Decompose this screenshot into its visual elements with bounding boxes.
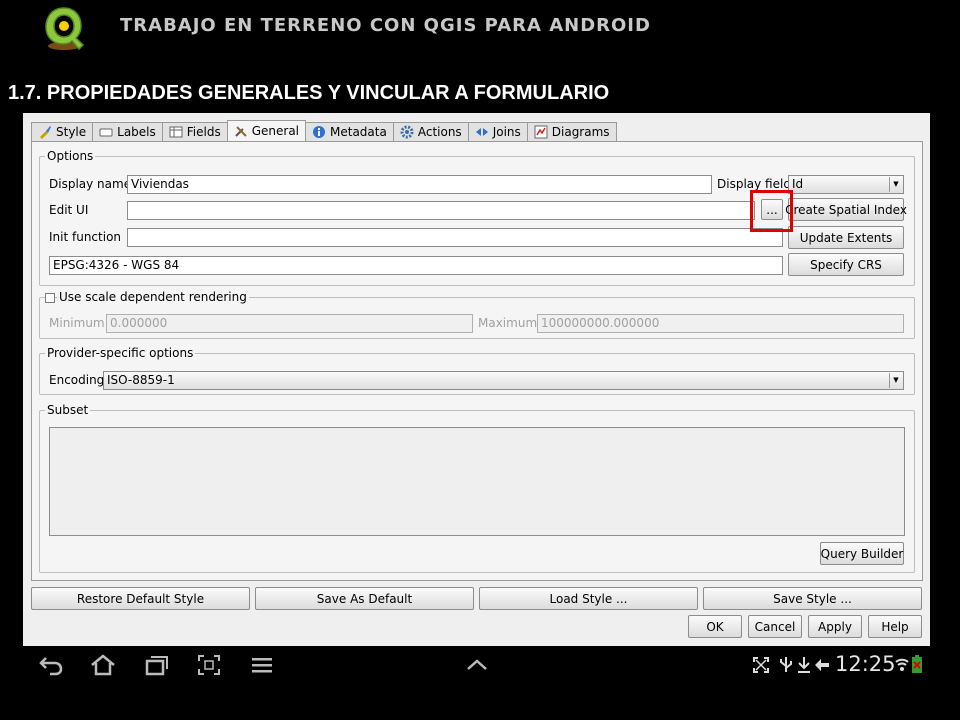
tab-actions[interactable]: Actions	[392, 122, 469, 141]
crs-input[interactable]: EPSG:4326 - WGS 84	[49, 256, 783, 275]
maximum-scale-label: Maximum	[478, 316, 538, 330]
download-icon	[796, 656, 812, 677]
tab-joins[interactable]: Joins	[467, 122, 528, 141]
encoding-label: Encoding	[49, 373, 105, 387]
tab-labels[interactable]: Labels	[92, 122, 163, 141]
scale-rendering-title: Use scale dependent rendering	[57, 288, 249, 306]
brush-icon	[38, 125, 52, 139]
display-field-value: Id	[792, 177, 804, 191]
android-nav-bar	[0, 646, 960, 684]
tab-labels-label: Labels	[117, 125, 156, 139]
layer-properties-dialog: Style Labels Fields General Metadata Act…	[23, 113, 930, 646]
tools-icon	[234, 124, 248, 138]
back-icon[interactable]	[38, 654, 64, 679]
menu-icon[interactable]	[250, 654, 274, 679]
tab-style[interactable]: Style	[31, 122, 94, 141]
tab-general[interactable]: General	[226, 120, 307, 141]
label-icon	[99, 125, 113, 139]
tab-diagrams-label: Diagrams	[551, 125, 610, 139]
subset-group-title: Subset	[45, 403, 91, 417]
tab-joins-label: Joins	[492, 125, 521, 139]
tab-actions-label: Actions	[417, 125, 462, 139]
recent-apps-icon[interactable]	[144, 654, 170, 679]
maximum-scale-input[interactable]: 100000000.000000	[537, 314, 904, 333]
load-style-button[interactable]: Load Style ...	[479, 587, 698, 610]
tab-fields[interactable]: Fields	[161, 122, 228, 141]
qgis-logo-icon	[42, 4, 86, 52]
gear-icon	[400, 125, 414, 139]
subset-textarea[interactable]	[49, 427, 905, 536]
encoding-value: ISO-8859-1	[107, 373, 175, 387]
options-group-title: Options	[45, 149, 96, 163]
update-extents-button[interactable]: Update Extents	[788, 226, 904, 249]
create-spatial-index-button[interactable]: Create Spatial Index	[785, 198, 907, 221]
tab-general-label: General	[251, 124, 300, 138]
join-icon	[475, 125, 489, 139]
save-style-button[interactable]: Save Style ...	[703, 587, 922, 610]
screenshot-icon[interactable]	[197, 654, 221, 679]
display-field-combo[interactable]: Id ▼	[788, 175, 904, 194]
tab-diagrams[interactable]: Diagrams	[526, 122, 617, 141]
edit-ui-input[interactable]	[127, 201, 755, 220]
minimum-scale-input[interactable]: 0.000000	[106, 314, 473, 333]
ok-button[interactable]: OK	[688, 615, 742, 638]
slide-header: TRABAJO EN TERRENO CON QGIS PARA ANDROID	[120, 15, 651, 36]
encoding-combo[interactable]: ISO-8859-1 ▼	[103, 371, 904, 390]
status-clock: 12:25	[835, 652, 896, 676]
display-name-label: Display name	[49, 177, 132, 191]
wifi-icon	[895, 656, 909, 677]
usb-icon	[778, 656, 794, 677]
info-icon	[312, 125, 326, 139]
tab-fields-label: Fields	[186, 125, 221, 139]
tab-metadata[interactable]: Metadata	[305, 122, 394, 141]
battery-icon	[911, 654, 923, 677]
tab-bar: Style Labels Fields General Metadata Act…	[31, 120, 617, 141]
help-button[interactable]: Help	[868, 615, 922, 638]
chevron-down-icon: ▼	[889, 177, 902, 192]
notification-icon	[813, 656, 831, 677]
highlight-box	[750, 190, 793, 232]
cancel-button[interactable]: Cancel	[748, 615, 802, 638]
display-name-input[interactable]: Viviendas	[127, 175, 712, 194]
init-function-label: Init function	[49, 230, 122, 244]
save-as-default-button[interactable]: Save As Default	[255, 587, 474, 610]
minimum-scale-label: Minimum	[49, 316, 105, 330]
table-icon	[169, 125, 183, 139]
scale-rendering-checkbox[interactable]	[45, 293, 55, 303]
query-builder-button[interactable]: Query Builder	[820, 542, 904, 565]
tab-metadata-label: Metadata	[330, 125, 387, 139]
chevron-up-icon[interactable]	[465, 654, 489, 679]
diagram-icon	[534, 125, 548, 139]
apply-button[interactable]: Apply	[808, 615, 862, 638]
tab-style-label: Style	[56, 125, 87, 139]
provider-options-title: Provider-specific options	[45, 346, 196, 360]
init-function-input[interactable]	[127, 228, 783, 247]
restore-default-style-button[interactable]: Restore Default Style	[31, 587, 250, 610]
expand-screen-icon	[752, 656, 770, 677]
chevron-down-icon: ▼	[889, 373, 902, 388]
section-title: 1.7. PROPIEDADES GENERALES Y VINCULAR A …	[8, 82, 610, 104]
specify-crs-button[interactable]: Specify CRS	[788, 253, 904, 276]
home-icon[interactable]	[90, 654, 116, 679]
edit-ui-label: Edit UI	[49, 203, 89, 217]
